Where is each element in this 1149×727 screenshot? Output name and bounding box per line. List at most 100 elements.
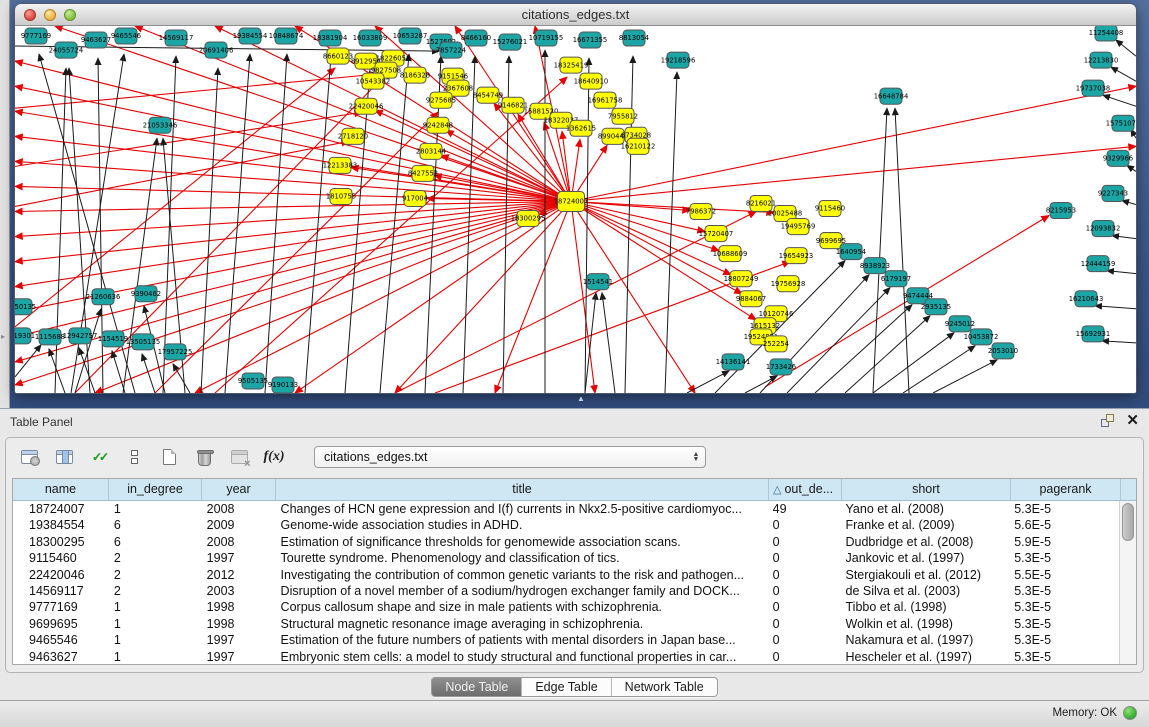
table-cell[interactable]: Jankovic et al. (1997) <box>841 550 1010 566</box>
graph-node[interactable]: 2718120 <box>338 128 368 144</box>
graph-node[interactable]: 9465546 <box>111 28 141 44</box>
graph-node[interactable]: 17957225 <box>158 344 193 360</box>
table-row[interactable]: 946362711997Embryonic stem cells: a mode… <box>13 649 1119 664</box>
graph-node[interactable]: 21053346 <box>143 117 178 133</box>
graph-node[interactable]: 12213830 <box>1084 52 1119 68</box>
table-mode-icon[interactable] <box>18 446 40 468</box>
table-cell[interactable]: 1 <box>109 632 202 648</box>
table-row[interactable]: 1872400712008Changes of HCN gene express… <box>13 501 1119 517</box>
graph-node[interactable]: 15751074 <box>1106 115 1136 131</box>
table-cell[interactable]: 19384554 <box>13 517 109 533</box>
table-vertical-scrollbar[interactable] <box>1119 501 1136 664</box>
network-window[interactable]: citations_edges.txt 86601238912954182260… <box>15 4 1136 393</box>
graph-node[interactable]: 9245012 <box>945 316 975 332</box>
column-header-out-de-[interactable]: △out_de... <box>769 479 842 500</box>
table-cell[interactable]: 1997 <box>202 649 276 664</box>
table-cell[interactable]: 9699695 <box>13 616 109 632</box>
table-cell[interactable]: 2009 <box>202 517 276 533</box>
graph-node[interactable]: 19218596 <box>661 52 696 68</box>
network-canvas[interactable]: 8660123891295418226058982750881863281054… <box>15 26 1136 393</box>
graph-node[interactable]: 20691406 <box>199 42 234 58</box>
graph-node[interactable]: 15692931 <box>1076 326 1111 342</box>
graph-node[interactable]: 9884067 <box>736 291 766 307</box>
tab-network-table[interactable]: Network Table <box>611 678 717 696</box>
new-column-icon[interactable] <box>158 446 180 468</box>
table-cell[interactable]: 1 <box>109 616 202 632</box>
graph-node[interactable]: 24055724 <box>49 42 84 58</box>
dock-handle-icon[interactable]: ▸ <box>1 332 5 341</box>
table-cell[interactable]: 5.6E-5 <box>1009 517 1119 533</box>
table-cell[interactable]: 9463627 <box>13 649 109 664</box>
table-cell[interactable]: 2008 <box>202 501 276 517</box>
table-cell[interactable]: 22420046 <box>13 567 109 583</box>
table-select[interactable]: citations_edges.txt ▲▼ <box>314 446 706 468</box>
graph-node[interactable]: 9115460 <box>815 200 845 216</box>
graph-node[interactable]: 1362615 <box>566 120 596 136</box>
column-header-title[interactable]: title <box>276 479 769 500</box>
column-header-short[interactable]: short <box>842 479 1011 500</box>
column-header-in-degree[interactable]: in_degree <box>109 479 202 500</box>
graph-node[interactable]: 9227343 <box>1098 185 1128 201</box>
graph-node[interactable]: 15720407 <box>699 226 734 242</box>
table-cell[interactable]: 1 <box>109 649 202 664</box>
table-cell[interactable]: 2 <box>109 583 202 599</box>
graph-node[interactable]: 10848674 <box>269 28 304 44</box>
graph-node[interactable]: 1810755 <box>326 188 356 204</box>
graph-node[interactable]: 12444159 <box>1081 256 1116 272</box>
graph-node[interactable]: 16648784 <box>874 88 909 104</box>
graph-node[interactable]: 1733426 <box>766 359 796 375</box>
table-cell[interactable]: Yano et al. (2008) <box>841 501 1010 517</box>
table-cell[interactable]: 9115460 <box>13 550 109 566</box>
graph-node[interactable]: 7986372 <box>686 203 716 219</box>
graph-node[interactable]: 16671355 <box>573 32 608 48</box>
tab-node-table[interactable]: Node Table <box>432 678 521 696</box>
table-cell[interactable]: 5.5E-5 <box>1009 567 1119 583</box>
delete-column-icon[interactable] <box>193 446 215 468</box>
table-row[interactable]: 977716911998Corpus callosum shape and si… <box>13 599 1119 615</box>
table-cell[interactable]: Stergiakouli et al. (2012) <box>841 567 1010 583</box>
table-cell[interactable]: Investigating the contribution of common… <box>276 567 768 583</box>
graph-node[interactable]: 11254408 <box>1089 26 1124 41</box>
table-cell[interactable]: Dudbridge et al. (2008) <box>841 534 1010 550</box>
graph-node[interactable]: 8813054 <box>619 30 649 46</box>
table-cell[interactable]: 0 <box>768 550 841 566</box>
graph-node[interactable]: 8660123 <box>323 48 353 64</box>
table-cell[interactable]: 2008 <box>202 534 276 550</box>
graph-node[interactable]: 10719155 <box>529 30 564 46</box>
table-row[interactable]: 1456911722003Disruption of a novel membe… <box>13 583 1119 599</box>
graph-node[interactable]: 3319301 <box>15 328 35 344</box>
table-cell[interactable]: 2003 <box>202 583 276 599</box>
table-cell[interactable]: 9777169 <box>13 599 109 615</box>
table-cell[interactable]: 0 <box>768 649 841 664</box>
table-cell[interactable]: 0 <box>768 567 841 583</box>
table-cell[interactable]: 2 <box>109 567 202 583</box>
table-cell[interactable]: 0 <box>768 616 841 632</box>
graph-node[interactable]: 9190133 <box>268 377 298 393</box>
table-row[interactable]: 1938455462009Genome-wide association stu… <box>13 517 1119 533</box>
graph-node[interactable]: 12942757 <box>63 328 98 344</box>
graph-node[interactable]: 252254 <box>763 336 789 352</box>
graph-node[interactable]: 1115688 <box>35 329 65 345</box>
column-header-name[interactable]: name <box>13 479 109 500</box>
table-cell[interactable]: 5.3E-5 <box>1009 649 1119 664</box>
show-column-icon[interactable] <box>53 446 75 468</box>
table-cell[interactable]: 5.3E-5 <box>1009 583 1119 599</box>
splitter-handle-icon[interactable]: ▲ <box>577 394 585 403</box>
table-cell[interactable]: 1997 <box>202 550 276 566</box>
table-cell[interactable]: 5.3E-5 <box>1009 550 1119 566</box>
graph-node[interactable]: 12213383 <box>323 157 358 173</box>
graph-node[interactable]: 2935135 <box>921 299 951 315</box>
table-row[interactable]: 946554611997Estimation of the future num… <box>13 632 1119 648</box>
table-cell[interactable]: 5.3E-5 <box>1009 632 1119 648</box>
column-header-pagerank[interactable]: pagerank <box>1011 479 1121 500</box>
table-cell[interactable]: Estimation of significance thresholds fo… <box>276 534 768 550</box>
graph-node[interactable]: 8466160 <box>461 30 491 46</box>
column-header-year[interactable]: year <box>202 479 276 500</box>
table-cell[interactable]: 14569117 <box>13 583 109 599</box>
table-cell[interactable]: Wolkin et al. (1998) <box>841 616 1010 632</box>
memory-status-indicator[interactable] <box>1123 706 1137 720</box>
table-cell[interactable]: 0 <box>768 517 841 533</box>
graph-node[interactable]: 18640910 <box>574 73 609 89</box>
graph-node[interactable]: 6179197 <box>881 271 911 287</box>
table-cell[interactable]: 18724007 <box>13 501 109 517</box>
